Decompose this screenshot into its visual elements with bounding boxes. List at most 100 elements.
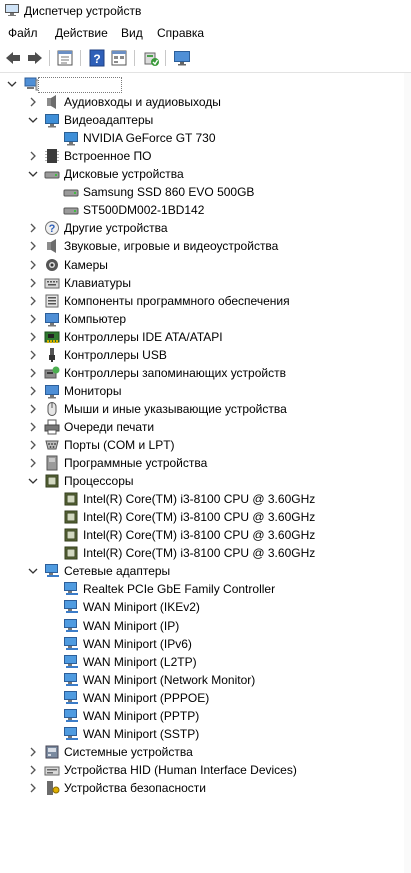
tree-item[interactable]: Звуковые, игровые и видеоустройства <box>0 237 400 255</box>
tree-item[interactable]: Мыши и иные указывающие устройства <box>0 400 400 418</box>
tree-item[interactable]: NVIDIA GeForce GT 730 <box>0 129 400 147</box>
chevron-right-icon[interactable] <box>27 259 39 271</box>
tree-item[interactable]: Intel(R) Core(TM) i3-8100 CPU @ 3.60GHz <box>0 508 400 526</box>
hid-icon <box>44 762 60 778</box>
menu-view[interactable]: Вид <box>121 26 143 40</box>
tree-item-label: Мыши и иные указывающие устройства <box>64 401 287 416</box>
tree-item[interactable]: Устройства HID (Human Interface Devices) <box>0 761 400 779</box>
port-icon <box>44 437 60 453</box>
tree-item[interactable]: WAN Miniport (IPv6) <box>0 635 400 653</box>
chevron-down-icon[interactable] <box>27 168 39 180</box>
chevron-right-icon[interactable] <box>27 782 39 794</box>
tree-item[interactable]: WAN Miniport (IP) <box>0 617 400 635</box>
forward-icon[interactable] <box>26 49 44 67</box>
chevron-right-icon[interactable] <box>27 421 39 433</box>
tree-item[interactable]: Контроллеры запоминающих устройств <box>0 364 400 382</box>
chevron-right-icon[interactable] <box>27 367 39 379</box>
tree-item[interactable]: Samsung SSD 860 EVO 500GB <box>0 183 400 201</box>
tree-item-label: WAN Miniport (PPPOE) <box>83 690 210 705</box>
tree-item[interactable]: Устройства безопасности <box>0 779 400 797</box>
tree-item[interactable]: Контроллеры USB <box>0 346 400 364</box>
tree-item[interactable]: Компьютер <box>0 310 400 328</box>
chevron-right-icon[interactable] <box>27 764 39 776</box>
chevron-right-icon[interactable] <box>27 222 39 234</box>
tree-item[interactable]: Intel(R) Core(TM) i3-8100 CPU @ 3.60GHz <box>0 490 400 508</box>
tree-item-label: Устройства HID (Human Interface Devices) <box>64 762 297 777</box>
computer-name-field[interactable] <box>38 77 122 93</box>
chevron-right-icon[interactable] <box>27 295 39 307</box>
monitor-icon[interactable] <box>173 49 191 67</box>
tree-item[interactable]: Аудиовходы и аудиовыходы <box>0 93 400 111</box>
processor-icon <box>63 491 79 507</box>
network-adapter-icon <box>63 618 79 634</box>
tree-item-label: Клавиатуры <box>64 275 131 290</box>
tree-item[interactable]: Системные устройства <box>0 743 400 761</box>
disk-icon <box>44 166 60 182</box>
tree-item[interactable]: Сетевые адаптеры <box>0 562 400 580</box>
network-adapter-icon <box>63 599 79 615</box>
tree-item-label: Камеры <box>64 257 108 272</box>
network-adapter-icon <box>63 672 79 688</box>
chevron-down-icon[interactable] <box>6 78 18 90</box>
tree-item[interactable]: WAN Miniport (L2TP) <box>0 653 400 671</box>
menu-help[interactable]: Справка <box>157 26 204 40</box>
tree-item-label: WAN Miniport (L2TP) <box>83 654 197 669</box>
chevron-right-icon[interactable] <box>27 277 39 289</box>
network-adapter-icon <box>63 654 79 670</box>
chevron-right-icon[interactable] <box>27 96 39 108</box>
tree-item[interactable]: Процессоры <box>0 472 400 490</box>
chevron-right-icon[interactable] <box>27 457 39 469</box>
tree-item[interactable]: Очереди печати <box>0 418 400 436</box>
tree-item[interactable]: Дисковые устройства <box>0 165 400 183</box>
toolbar-separator <box>80 50 81 66</box>
tree-item[interactable]: Камеры <box>0 256 400 274</box>
chevron-right-icon[interactable] <box>27 746 39 758</box>
chevron-right-icon[interactable] <box>27 439 39 451</box>
chevron-right-icon[interactable] <box>27 349 39 361</box>
tree-item[interactable]: Intel(R) Core(TM) i3-8100 CPU @ 3.60GHz <box>0 544 400 562</box>
tree-item[interactable] <box>0 75 400 93</box>
tree-item[interactable]: Клавиатуры <box>0 274 400 292</box>
menu-action[interactable]: Действие <box>55 26 108 40</box>
tree-item[interactable]: WAN Miniport (IKEv2) <box>0 598 400 616</box>
chevron-right-icon[interactable] <box>27 385 39 397</box>
chevron-down-icon[interactable] <box>27 114 39 126</box>
tree-item[interactable]: ST500DM002-1BD142 <box>0 201 400 219</box>
chevron-down-icon[interactable] <box>27 565 39 577</box>
tree-item-label: WAN Miniport (SSTP) <box>83 726 200 741</box>
processor-icon <box>63 545 79 561</box>
scrollbar[interactable] <box>404 73 411 873</box>
tree-item[interactable]: Компоненты программного обеспечения <box>0 292 400 310</box>
tree-item[interactable]: WAN Miniport (PPTP) <box>0 707 400 725</box>
chevron-right-icon[interactable] <box>27 240 39 252</box>
chevron-right-icon[interactable] <box>27 331 39 343</box>
tree-item[interactable]: Intel(R) Core(TM) i3-8100 CPU @ 3.60GHz <box>0 526 400 544</box>
tree-item[interactable]: Realtek PCIe GbE Family Controller <box>0 580 400 598</box>
show-hidden-icon[interactable] <box>110 49 128 67</box>
tree-item[interactable]: Порты (COM и LPT) <box>0 436 400 454</box>
tree-item[interactable]: Мониторы <box>0 382 400 400</box>
update-driver-icon[interactable] <box>142 49 160 67</box>
tree-item[interactable]: ? Другие устройства <box>0 219 400 237</box>
menu-file[interactable]: Файл <box>8 26 38 40</box>
menu-bar: Файл Действие Вид Справка <box>0 22 411 44</box>
chevron-right-icon[interactable] <box>27 150 39 162</box>
tree-item[interactable]: Программные устройства <box>0 454 400 472</box>
help-icon[interactable]: ? <box>88 49 106 67</box>
back-icon[interactable] <box>4 49 22 67</box>
tree-item[interactable]: WAN Miniport (SSTP) <box>0 725 400 743</box>
tree-item[interactable]: Встроенное ПО <box>0 147 400 165</box>
chevron-right-icon[interactable] <box>27 313 39 325</box>
tree-item-label: WAN Miniport (PPTP) <box>83 708 200 723</box>
chevron-down-icon[interactable] <box>27 475 39 487</box>
tree-item[interactable]: Видеоадаптеры <box>0 111 400 129</box>
security-device-icon <box>44 780 60 796</box>
chevron-right-icon[interactable] <box>27 403 39 415</box>
tree-item[interactable]: Контроллеры IDE ATA/ATAPI <box>0 328 400 346</box>
tree-item[interactable]: WAN Miniport (PPPOE) <box>0 689 400 707</box>
tree-item-label: Intel(R) Core(TM) i3-8100 CPU @ 3.60GHz <box>83 528 316 543</box>
toolbar-separator <box>134 50 135 66</box>
tree-item[interactable]: WAN Miniport (Network Monitor) <box>0 671 400 689</box>
properties-icon[interactable] <box>56 49 74 67</box>
window-title: Диспетчер устройств <box>24 4 142 18</box>
